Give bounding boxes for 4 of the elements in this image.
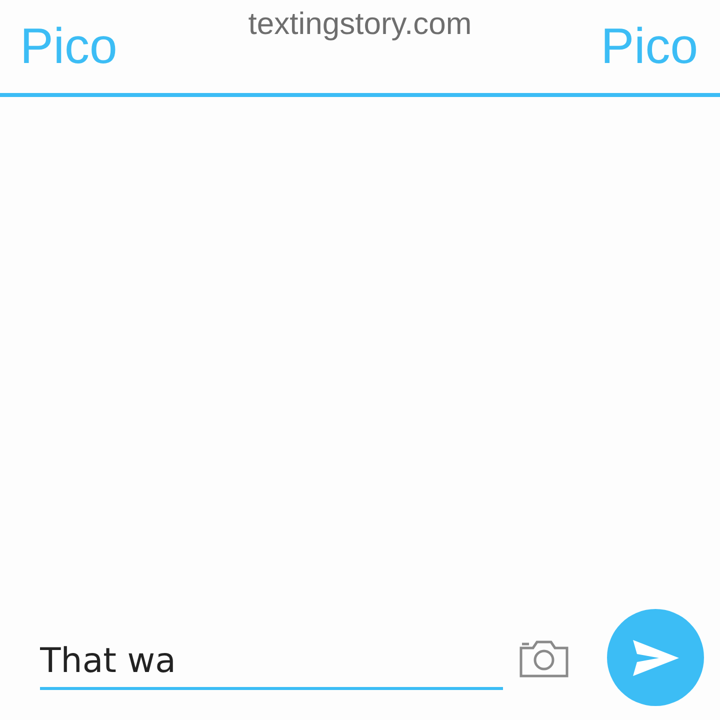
contact-name: Pico xyxy=(600,21,698,71)
contact-name: Pico xyxy=(20,21,118,71)
send-icon xyxy=(632,640,678,676)
watermark-text: textingstory.com xyxy=(248,6,472,42)
